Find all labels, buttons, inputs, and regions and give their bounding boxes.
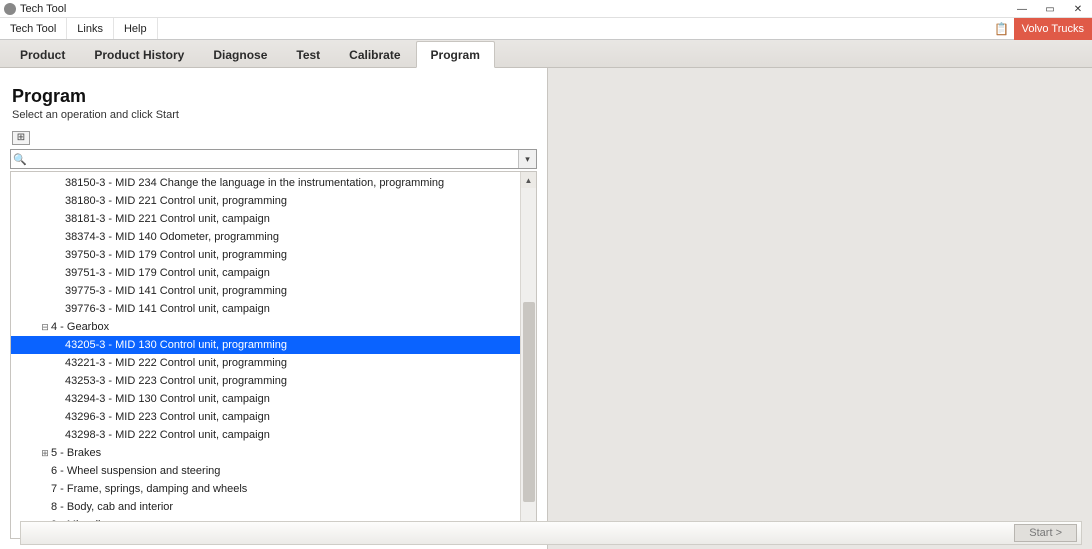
window-controls: — ▭ ✕ [1008, 0, 1092, 18]
tree-row[interactable]: 39750-3 - MID 179 Control unit, programm… [11, 246, 520, 264]
tree-row[interactable]: 7 - Frame, springs, damping and wheels [11, 480, 520, 498]
search-combo: 🔍 ▾ [10, 149, 537, 169]
search-dropdown-button[interactable]: ▾ [518, 150, 536, 168]
tree-row[interactable]: 38150-3 - MID 234 Change the language in… [11, 174, 520, 192]
operations-tree: 38150-3 - MID 234 Change the language in… [10, 171, 537, 539]
tree-row-label: 8 - Body, cab and interior [51, 501, 173, 513]
tree-row[interactable]: 6 - Wheel suspension and steering [11, 462, 520, 480]
tab-test[interactable]: Test [282, 42, 335, 67]
tree-row[interactable]: 39775-3 - MID 141 Control unit, programm… [11, 282, 520, 300]
workspace: Program Select an operation and click St… [0, 68, 1092, 549]
tree-row-label: 43294-3 - MID 130 Control unit, campaign [65, 393, 270, 405]
expand-collapse-button[interactable]: ⊞ [12, 131, 30, 145]
tree-row-label: 39751-3 - MID 179 Control unit, campaign [65, 267, 270, 279]
right-pane [548, 68, 1092, 549]
tree-row[interactable]: 38181-3 - MID 221 Control unit, campaign [11, 210, 520, 228]
tree-row[interactable]: 38180-3 - MID 221 Control unit, programm… [11, 192, 520, 210]
tree-twisty-icon[interactable]: ⊟ [39, 322, 51, 333]
tree-row[interactable]: 39776-3 - MID 141 Control unit, campaign [11, 300, 520, 318]
tab-calibrate[interactable]: Calibrate [335, 42, 415, 67]
tree-row-label: 7 - Frame, springs, damping and wheels [51, 483, 247, 495]
page-title: Program [12, 86, 535, 107]
tree-row[interactable]: 43221-3 - MID 222 Control unit, programm… [11, 354, 520, 372]
tree-row[interactable]: 38374-3 - MID 140 Odometer, programming [11, 228, 520, 246]
footer-action-bar: Start > [20, 521, 1082, 545]
tree-row[interactable]: 43298-3 - MID 222 Control unit, campaign [11, 426, 520, 444]
tab-diagnose[interactable]: Diagnose [199, 42, 282, 67]
tree-row-label: 43298-3 - MID 222 Control unit, campaign [65, 429, 270, 441]
tree-row[interactable]: 8 - Body, cab and interior [11, 498, 520, 516]
search-icon: 🔍 [11, 153, 29, 166]
page-subtitle: Select an operation and click Start [12, 109, 535, 121]
nav-tabs: Product Product History Diagnose Test Ca… [0, 40, 1092, 68]
tree-row-label: 38374-3 - MID 140 Odometer, programming [65, 231, 279, 243]
tree-row-label: 43253-3 - MID 223 Control unit, programm… [65, 375, 287, 387]
tree-row[interactable]: 43205-3 - MID 130 Control unit, programm… [11, 336, 520, 354]
tree-row[interactable]: 43253-3 - MID 223 Control unit, programm… [11, 372, 520, 390]
brand-tag: Volvo Trucks [1014, 18, 1092, 40]
search-input[interactable] [29, 150, 518, 168]
left-pane: Program Select an operation and click St… [0, 68, 548, 549]
tree-row-label: 4 - Gearbox [51, 321, 109, 333]
tree-row-label: 38180-3 - MID 221 Control unit, programm… [65, 195, 287, 207]
app-logo-icon [4, 3, 16, 15]
menu-tech-tool[interactable]: Tech Tool [0, 18, 67, 39]
menu-help[interactable]: Help [114, 18, 158, 39]
window-title: Tech Tool [20, 3, 66, 15]
tree-row[interactable]: 39751-3 - MID 179 Control unit, campaign [11, 264, 520, 282]
scroll-thumb[interactable] [523, 302, 535, 502]
window-close-button[interactable]: ✕ [1064, 0, 1092, 18]
tree-row-label: 38150-3 - MID 234 Change the language in… [65, 177, 444, 189]
tree-row-label: 43296-3 - MID 223 Control unit, campaign [65, 411, 270, 423]
tree-row-label: 39750-3 - MID 179 Control unit, programm… [65, 249, 287, 261]
tab-product[interactable]: Product [6, 42, 80, 67]
tab-program[interactable]: Program [416, 41, 495, 68]
tree-row-label: 5 - Brakes [51, 447, 101, 459]
menu-bar: Tech Tool Links Help 📋 Volvo Trucks [0, 18, 1092, 40]
page-header: Program Select an operation and click St… [0, 68, 547, 127]
notification-icon[interactable]: 📋 [990, 18, 1014, 40]
tree-row[interactable]: 43294-3 - MID 130 Control unit, campaign [11, 390, 520, 408]
tree-row[interactable]: ⊟4 - Gearbox [11, 318, 520, 336]
window-minimize-button[interactable]: — [1008, 0, 1036, 18]
tree-row-label: 6 - Wheel suspension and steering [51, 465, 220, 477]
menu-links[interactable]: Links [67, 18, 114, 39]
tree-scrollbar[interactable]: ▲ ▼ [520, 172, 536, 538]
tree-row-label: 43221-3 - MID 222 Control unit, programm… [65, 357, 287, 369]
window-titlebar: Tech Tool — ▭ ✕ [0, 0, 1092, 18]
tree-twisty-icon[interactable]: ⊞ [39, 448, 51, 459]
tree-row-label: 39775-3 - MID 141 Control unit, programm… [65, 285, 287, 297]
scroll-up-icon[interactable]: ▲ [521, 172, 536, 188]
tree-row-label: 38181-3 - MID 221 Control unit, campaign [65, 213, 270, 225]
start-button[interactable]: Start > [1014, 524, 1077, 542]
tab-product-history[interactable]: Product History [80, 42, 199, 67]
tree-row[interactable]: ⊞5 - Brakes [11, 444, 520, 462]
tree-row[interactable]: 43296-3 - MID 223 Control unit, campaign [11, 408, 520, 426]
tree-row-label: 39776-3 - MID 141 Control unit, campaign [65, 303, 270, 315]
window-maximize-button[interactable]: ▭ [1036, 0, 1064, 18]
tree-row-label: 43205-3 - MID 130 Control unit, programm… [65, 339, 287, 351]
